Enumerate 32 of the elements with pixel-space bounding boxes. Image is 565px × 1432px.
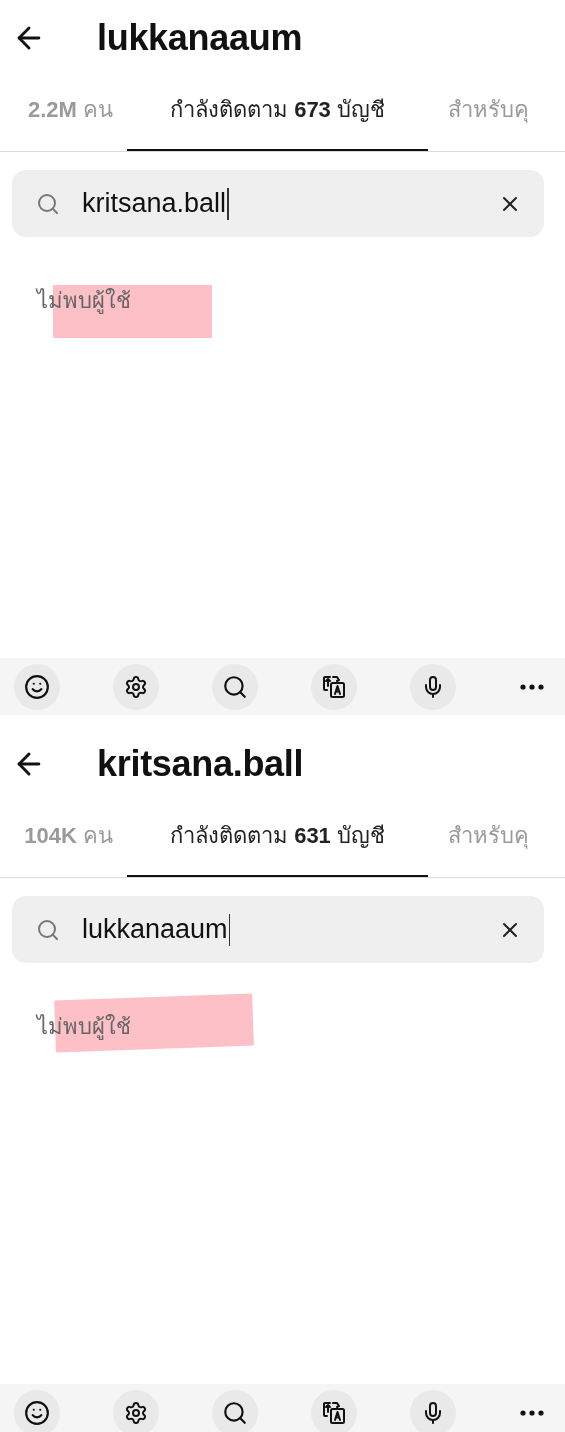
search-field[interactable]: lukkanaaum [12, 896, 544, 963]
emoji-button[interactable] [14, 1389, 60, 1432]
gear-icon [124, 674, 148, 699]
translate-icon [321, 673, 347, 700]
search-icon [222, 673, 248, 700]
search-button[interactable] [212, 663, 258, 710]
emoji-button[interactable] [14, 663, 60, 710]
translate-icon [321, 1399, 347, 1426]
search-text: lukkanaaum [82, 914, 228, 945]
microphone-button[interactable] [410, 663, 456, 710]
search-icon [36, 191, 60, 216]
profile-username: kritsana.ball [97, 742, 304, 785]
no-results-message: ไม่พบผู้ใช้ [37, 1014, 131, 1039]
no-results-message: ไม่พบผู้ใช้ [37, 288, 131, 313]
settings-button[interactable] [113, 663, 159, 710]
translate-button[interactable] [311, 1389, 357, 1432]
search-field[interactable]: kritsana.ball [12, 170, 544, 237]
search-text: kritsana.ball [82, 188, 227, 219]
search-icon [222, 1399, 248, 1426]
more-icon [520, 1409, 544, 1416]
more-icon [520, 683, 544, 690]
profile-tab[interactable]: กำลังติดตาม 673 บัญชี [127, 75, 428, 151]
profile-username: lukkanaaum [97, 16, 303, 59]
translate-button[interactable] [311, 663, 357, 710]
settings-button[interactable] [113, 1389, 159, 1432]
smiley-icon [24, 673, 50, 700]
search-button[interactable] [212, 1389, 258, 1432]
gear-icon [124, 1400, 148, 1425]
smiley-icon [24, 1399, 50, 1426]
search-icon [36, 917, 60, 942]
profile-tab[interactable]: กำลังติดตาม 631 บัญชี [127, 801, 428, 877]
microphone-button[interactable] [410, 1389, 456, 1432]
